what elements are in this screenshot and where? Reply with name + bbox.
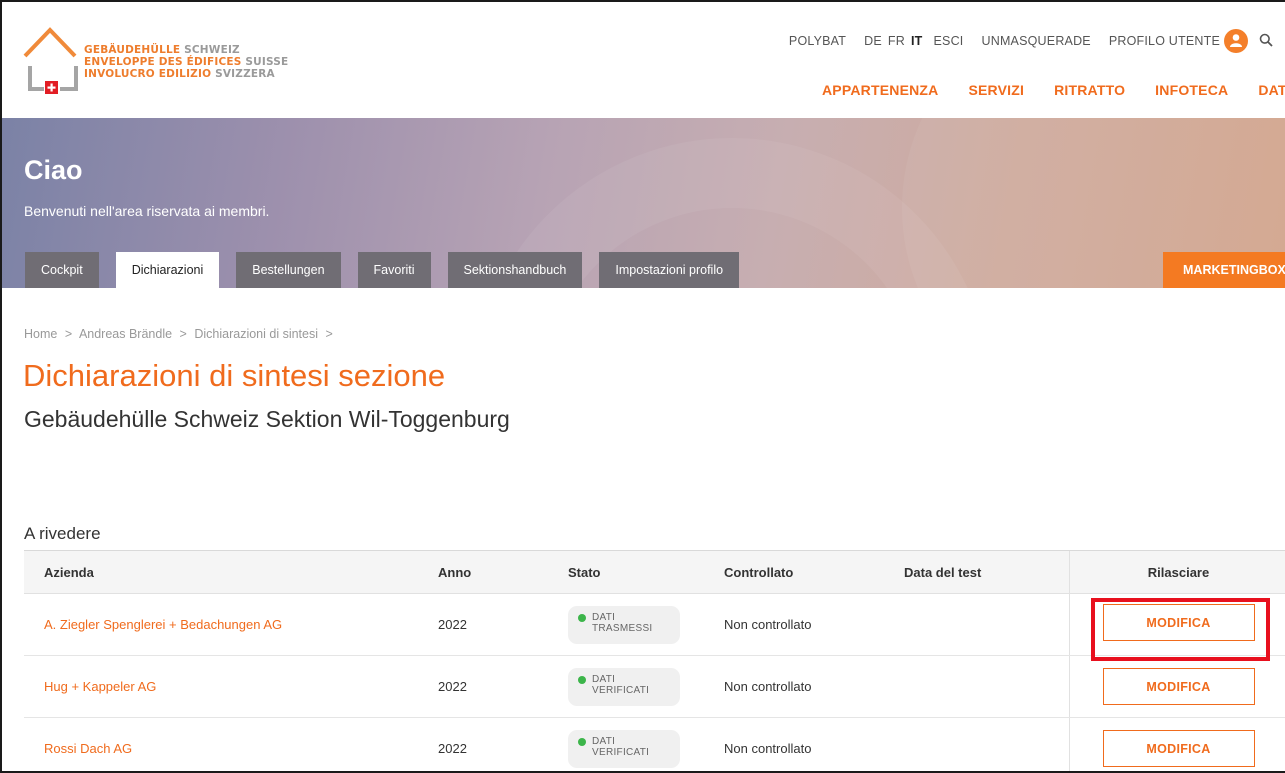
column-header-azienda: Azienda xyxy=(44,564,94,580)
status-label: VERIFICATI xyxy=(592,746,650,758)
year-cell: 2022 xyxy=(438,617,467,632)
tab-bestellungen[interactable]: Bestellungen xyxy=(236,252,341,288)
status-dot-icon xyxy=(578,737,586,746)
search-icon[interactable] xyxy=(1259,33,1273,50)
nav-servizi[interactable]: SERVIZI xyxy=(968,82,1024,98)
breadcrumb-separator: > xyxy=(64,327,73,341)
lang-fr[interactable]: FR xyxy=(888,34,905,48)
breadcrumb-home[interactable]: Home xyxy=(24,327,57,341)
breadcrumb-separator: > xyxy=(179,327,187,341)
tab-marketingbox[interactable]: MARKETINGBOX xyxy=(1163,252,1285,288)
declarations-table: Azienda Anno Stato Controllato Data del … xyxy=(24,550,1285,771)
status-cell: DATI VERIFICATI xyxy=(568,718,680,771)
hero-banner: Ciao Benvenuti nell'area riservata ai me… xyxy=(2,118,1285,288)
tab-sektionshandbuch[interactable]: Sektionshandbuch xyxy=(447,252,583,288)
logout-link[interactable]: ESCI xyxy=(934,34,964,48)
status-badge: DATI VERIFICATI xyxy=(568,729,680,768)
status-label: DATI xyxy=(592,673,616,685)
status-cell: DATI TRASMESSI xyxy=(568,594,680,655)
status-label: VERIFICATI xyxy=(592,684,650,696)
status-label: DATI xyxy=(592,735,616,747)
user-icon[interactable] xyxy=(1224,29,1248,53)
modifica-button[interactable]: MODIFICA xyxy=(1102,668,1255,705)
company-link[interactable]: Rossi Dach AG xyxy=(44,718,132,771)
action-cell: MODIFICA xyxy=(1069,718,1285,771)
status-cell: DATI VERIFICATI xyxy=(568,656,680,717)
page-subtitle: Gebäudehülle Schweiz Sektion Wil-Toggenb… xyxy=(24,406,510,432)
tab-impostazioni-profilo[interactable]: Impostazioni profilo xyxy=(599,252,740,288)
column-header-anno: Anno xyxy=(438,564,472,580)
column-header-rilasciare: Rilasciare xyxy=(1069,551,1285,593)
status-label: TRASMESSI xyxy=(592,622,653,634)
page-frame: GEBÄUDEHÜLLE SCHWEIZ ENVELOPPE DES ÉDIFI… xyxy=(0,0,1285,773)
site-logo[interactable]: GEBÄUDEHÜLLE SCHWEIZ ENVELOPPE DES ÉDIFI… xyxy=(22,24,292,104)
logo-text: GEBÄUDEHÜLLE SCHWEIZ ENVELOPPE DES ÉDIFI… xyxy=(84,44,289,80)
modifica-button[interactable]: MODIFICA xyxy=(1102,730,1255,767)
year-cell: 2022 xyxy=(438,679,467,694)
year-cell: 2022 xyxy=(438,741,467,756)
checked-cell: Non controllato xyxy=(724,617,812,632)
breadcrumb-dichiarazioni[interactable]: Dichiarazioni di sintesi xyxy=(194,327,318,341)
utility-nav: POLYBAT DE FR IT ESCI UNMASQUERADE PROFI… xyxy=(778,29,1273,53)
status-dot-icon xyxy=(578,675,586,684)
breadcrumb-user[interactable]: Andreas Brändle xyxy=(79,327,172,341)
hero-subtitle: Benvenuti nell'area riservata ai membri. xyxy=(24,203,270,219)
table-row: Rossi Dach AG 2022 DATI VERIFICATI Non c… xyxy=(24,718,1285,771)
member-tabs: Cockpit Dichiarazioni Bestellungen Favor… xyxy=(25,252,756,288)
main-nav: APPARTENENZA SERVIZI RITRATTO INFOTECA D… xyxy=(822,82,1285,98)
unmasquerade-link[interactable]: UNMASQUERADE xyxy=(981,34,1090,48)
profile-link[interactable]: PROFILO UTENTE xyxy=(1109,34,1220,48)
lang-it[interactable]: IT xyxy=(911,34,923,48)
table-header: Azienda Anno Stato Controllato Data del … xyxy=(24,551,1285,594)
site-header: GEBÄUDEHÜLLE SCHWEIZ ENVELOPPE DES ÉDIFI… xyxy=(2,2,1285,118)
company-link[interactable]: A. Ziegler Spenglerei + Bedachungen AG xyxy=(44,594,282,655)
nav-infoteca[interactable]: INFOTECA xyxy=(1155,82,1228,98)
section-title: A rivedere xyxy=(24,524,101,543)
tab-cockpit[interactable]: Cockpit xyxy=(25,252,99,288)
status-dot-icon xyxy=(578,613,586,622)
breadcrumb: Home > Andreas Brändle > Dichiarazioni d… xyxy=(24,327,337,341)
tab-dichiarazioni[interactable]: Dichiarazioni xyxy=(115,252,220,288)
nav-date[interactable]: DATE xyxy=(1258,82,1285,98)
company-link[interactable]: Hug + Kappeler AG xyxy=(44,656,156,717)
status-badge: DATI TRASMESSI xyxy=(568,605,680,644)
action-cell: MODIFICA xyxy=(1069,656,1285,717)
hero-title: Ciao xyxy=(24,155,83,185)
column-header-controllato: Controllato xyxy=(724,564,794,580)
page-title: Dichiarazioni di sintesi sezione xyxy=(23,358,446,393)
table-row: Hug + Kappeler AG 2022 DATI VERIFICATI N… xyxy=(24,656,1285,718)
status-label: DATI xyxy=(592,611,616,623)
column-header-data-test: Data del test xyxy=(904,564,982,580)
checked-cell: Non controllato xyxy=(724,679,812,694)
column-header-stato: Stato xyxy=(568,564,601,580)
lang-de[interactable]: DE xyxy=(864,34,882,48)
table-row: A. Ziegler Spenglerei + Bedachungen AG 2… xyxy=(24,594,1285,656)
nav-appartenenza[interactable]: APPARTENENZA xyxy=(822,82,938,98)
tab-favoriti[interactable]: Favoriti xyxy=(357,252,431,288)
modifica-button[interactable]: MODIFICA xyxy=(1102,604,1255,641)
checked-cell: Non controllato xyxy=(724,741,812,756)
nav-ritratto[interactable]: RITRATTO xyxy=(1054,82,1125,98)
breadcrumb-separator: > xyxy=(325,327,333,341)
logo-house-icon xyxy=(23,27,78,94)
polybat-link[interactable]: POLYBAT xyxy=(789,34,846,48)
action-cell: MODIFICA xyxy=(1069,594,1285,655)
status-badge: DATI VERIFICATI xyxy=(568,667,680,706)
